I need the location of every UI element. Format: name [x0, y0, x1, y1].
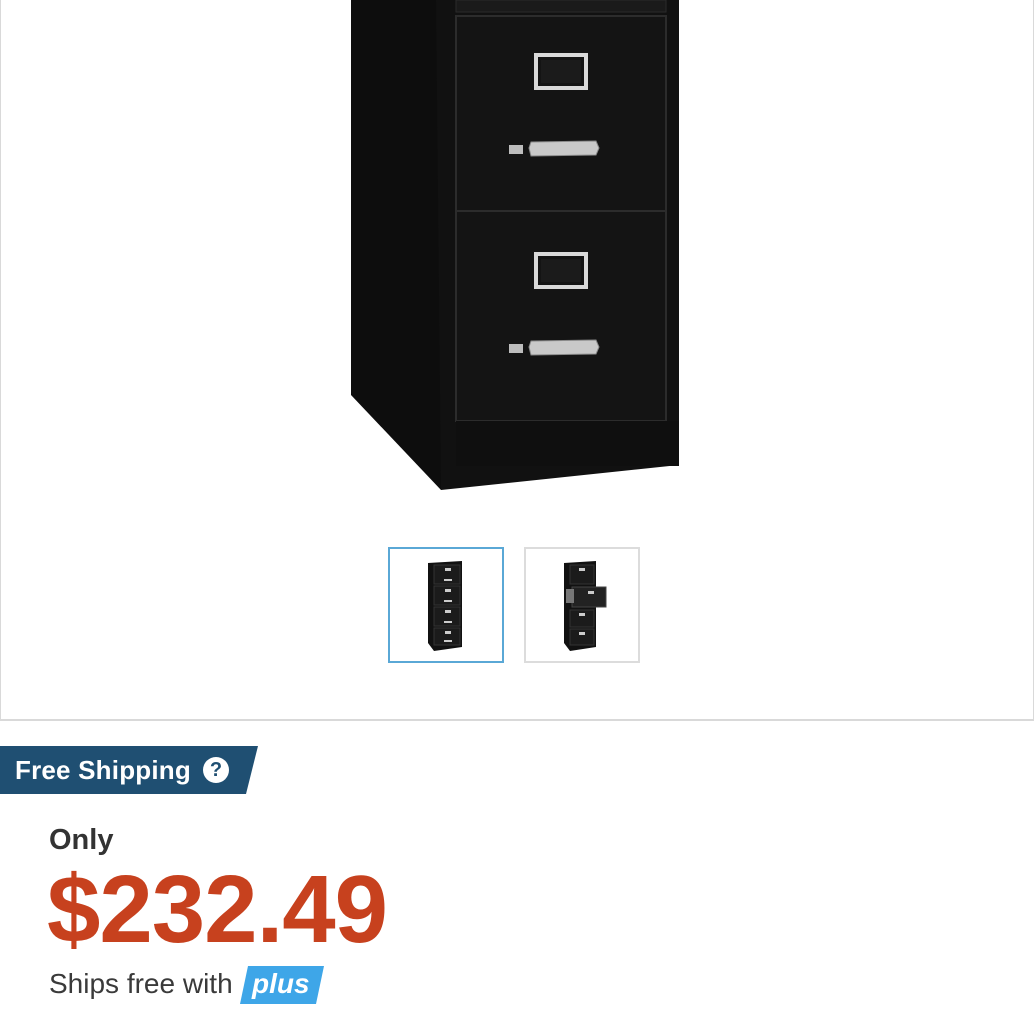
plus-badge-label: plus	[252, 968, 310, 999]
price-prefix: Only	[49, 824, 114, 856]
ships-free-text: Ships free with	[49, 968, 233, 999]
plus-membership-badge[interactable]: plus	[240, 966, 324, 1004]
free-shipping-badge: Free Shipping ?	[0, 746, 260, 794]
thumbnail-strip	[388, 547, 640, 663]
file-cabinet-thumbnail-icon	[428, 561, 462, 651]
free-shipping-label: Free Shipping	[15, 755, 191, 785]
product-price: $232.49	[47, 856, 388, 963]
thumbnail-2[interactable]	[524, 547, 640, 663]
thumbnail-1[interactable]	[388, 547, 504, 663]
product-page: Free Shipping ? Only $232.49 Ships free …	[0, 0, 1036, 1036]
product-main-image[interactable]	[341, 0, 691, 500]
product-gallery	[0, 0, 1034, 721]
help-icon[interactable]: ?	[203, 757, 229, 783]
file-cabinet-open-thumbnail-icon	[564, 561, 607, 651]
